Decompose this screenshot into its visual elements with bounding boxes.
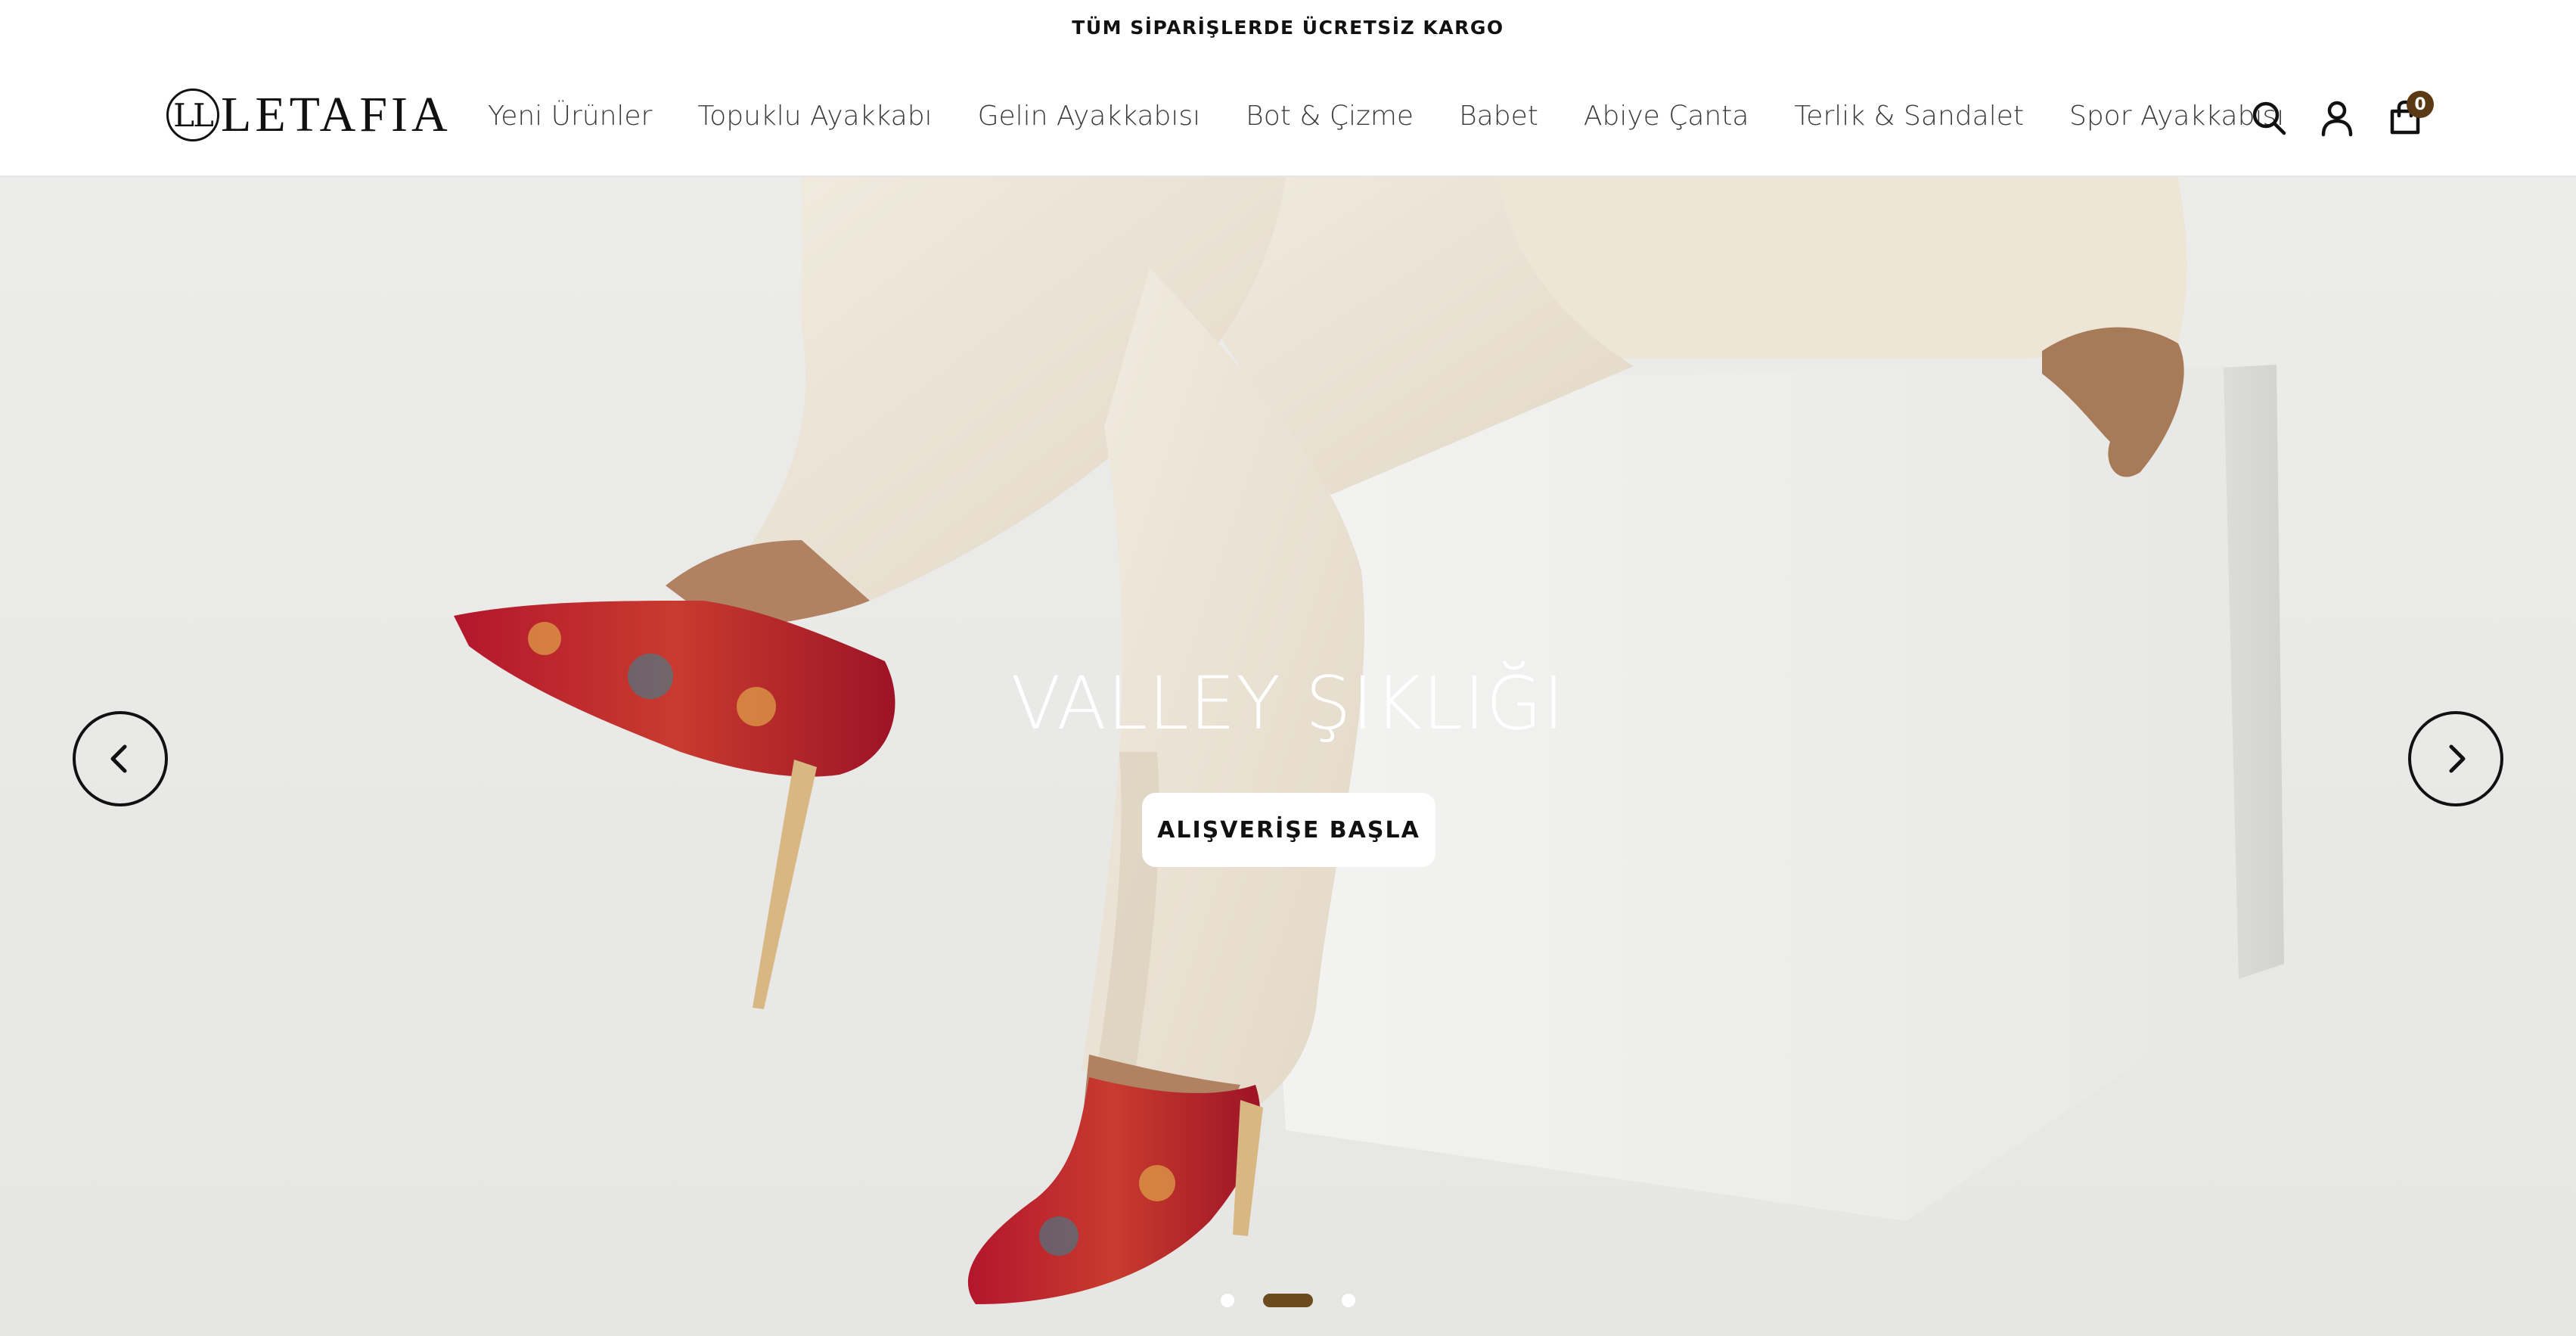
header-actions: 0 xyxy=(2246,91,2434,142)
nav-item-new-products[interactable]: Yeni Ürünler xyxy=(488,101,652,132)
slider-dot-2[interactable] xyxy=(1263,1294,1313,1307)
search-icon xyxy=(2252,101,2286,135)
announcement-bar: TÜM SİPARİŞLERDE ÜCRETSİZ KARGO xyxy=(0,0,2576,54)
cart-count-badge: 0 xyxy=(2407,91,2434,118)
chevron-left-icon xyxy=(110,744,127,773)
slider-pagination xyxy=(0,1294,2576,1307)
announcement-text: TÜM SİPARİŞLERDE ÜCRETSİZ KARGO xyxy=(1072,16,1504,39)
hero-slider: VALLEY ŞIKLIĞI ALIŞVERİŞE BAŞLA xyxy=(0,177,2576,1336)
hero-title: VALLEY ŞIKLIĞI xyxy=(1010,661,1566,746)
user-icon xyxy=(2321,101,2353,137)
slider-prev-button[interactable] xyxy=(73,711,168,806)
site-header: LL LETAFIA Yeni Ürünler Topuklu Ayakkabı… xyxy=(0,54,2576,177)
site-logo[interactable]: LL LETAFIA xyxy=(166,86,452,144)
hero-background-image xyxy=(454,177,2284,1304)
slider-dot-3[interactable] xyxy=(1342,1294,1355,1307)
logo-monogram: LL xyxy=(166,89,219,141)
nav-item-flats[interactable]: Babet xyxy=(1459,101,1538,132)
account-button[interactable] xyxy=(2314,95,2360,141)
search-button[interactable] xyxy=(2246,95,2292,141)
slider-next-button[interactable] xyxy=(2408,711,2503,806)
shop-now-button[interactable]: ALIŞVERİŞE BAŞLA xyxy=(1142,793,1435,867)
nav-item-slippers-sandals[interactable]: Terlik & Sandalet xyxy=(1794,101,2024,132)
cart-button[interactable]: 0 xyxy=(2382,91,2434,141)
nav-item-boots[interactable]: Bot & Çizme xyxy=(1246,101,1414,132)
nav-item-heels[interactable]: Topuklu Ayakkabı xyxy=(697,101,932,132)
nav-item-evening-bags[interactable]: Abiye Çanta xyxy=(1584,101,1749,132)
chevron-right-icon xyxy=(2449,744,2466,773)
slider-dot-1[interactable] xyxy=(1221,1294,1234,1307)
logo-text: LETAFIA xyxy=(221,87,452,142)
main-nav: Yeni Ürünler Topuklu Ayakkabı Gelin Ayak… xyxy=(488,97,2284,135)
nav-item-bridal[interactable]: Gelin Ayakkabısı xyxy=(978,101,1201,132)
